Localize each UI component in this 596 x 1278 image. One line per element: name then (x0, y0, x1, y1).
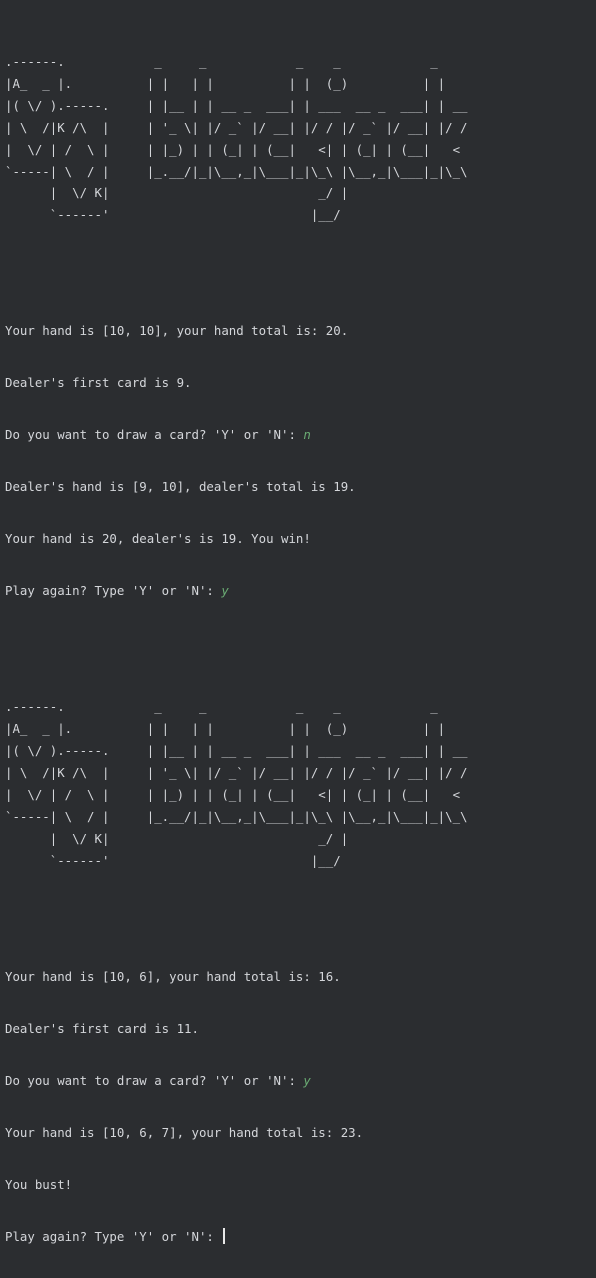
user-input-echo: n (303, 427, 311, 443)
output-text: Your hand is [10, 6], your hand total is… (5, 968, 341, 984)
output-text: Dealer's first card is 11. (5, 1020, 199, 1036)
blackjack-ascii-banner: .------. _ _ _ _ _ |A_ _ |. | | | | | | … (5, 699, 468, 868)
draw-prompt-line: Do you want to draw a card? 'Y' or 'N': … (5, 1070, 596, 1092)
terminal-output[interactable]: .------. _ _ _ _ _ |A_ _ |. | | | | | | … (5, 6, 596, 1244)
prompt-text: Do you want to draw a card? 'Y' or 'N': (5, 427, 304, 443)
output-text: Dealer's hand is [9, 10], dealer's total… (5, 479, 356, 495)
text-cursor[interactable] (223, 1227, 225, 1244)
dealer-card-line: Dealer's first card is 11. (5, 1018, 596, 1040)
hand-line: Your hand is [10, 6], your hand total is… (5, 966, 596, 988)
draw-prompt-line: Do you want to draw a card? 'Y' or 'N': … (5, 424, 596, 446)
hand-line: Your hand is [10, 6, 7], your hand total… (5, 1122, 596, 1144)
hand-line: Your hand is [10, 10], your hand total i… (5, 320, 596, 342)
prompt-text: Play again? Type 'Y' or 'N': (5, 1228, 222, 1244)
user-input-echo: y (221, 583, 229, 599)
user-input-echo: y (303, 1072, 311, 1088)
play-again-prompt-line[interactable]: Play again? Type 'Y' or 'N': (5, 1226, 596, 1248)
output-text: Your hand is [10, 10], your hand total i… (5, 323, 349, 339)
play-again-prompt-line: Play again? Type 'Y' or 'N': y (5, 580, 596, 602)
result-line: Your hand is 20, dealer's is 19. You win… (5, 528, 596, 550)
output-text: Your hand is 20, dealer's is 19. You win… (5, 531, 311, 547)
dealer-card-line: Dealer's first card is 9. (5, 372, 596, 394)
output-text: Your hand is [10, 6, 7], your hand total… (5, 1124, 364, 1140)
output-text: Dealer's first card is 9. (5, 375, 192, 391)
output-text: You bust! (5, 1176, 73, 1192)
bust-line: You bust! (5, 1174, 596, 1196)
prompt-text: Play again? Type 'Y' or 'N': (5, 583, 222, 599)
dealer-hand-line: Dealer's hand is [9, 10], dealer's total… (5, 476, 596, 498)
blackjack-ascii-banner: .------. _ _ _ _ _ |A_ _ |. | | | | | | … (5, 54, 468, 223)
prompt-text: Do you want to draw a card? 'Y' or 'N': (5, 1072, 304, 1088)
